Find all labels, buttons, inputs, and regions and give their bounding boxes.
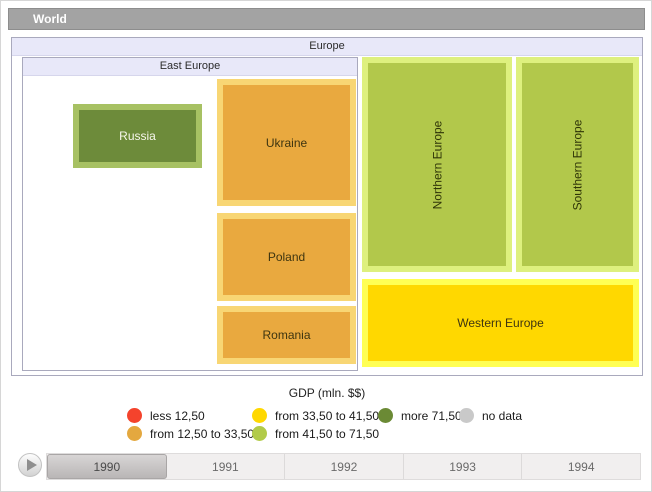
treemap-node-poland[interactable]: Poland [217, 213, 356, 301]
node-label: Russia [119, 129, 156, 143]
legend-swatch-dark-green-icon [378, 408, 393, 423]
legend-swatch-yellow-icon [252, 408, 267, 423]
legend-swatch-red-icon [127, 408, 142, 423]
legend-label: less 12,50 [150, 409, 205, 423]
timeline: 1990 1991 1992 1993 1994 [46, 453, 641, 480]
legend-item-12-33: from 12,50 to 33,50 [127, 425, 254, 442]
legend-item-41-71: from 41,50 to 71,50 [252, 425, 379, 442]
group-east-europe-header[interactable]: East Europe [23, 58, 357, 76]
year-tab-1993[interactable]: 1993 [404, 454, 523, 479]
legend-label: from 33,50 to 41,50 [275, 409, 379, 423]
group-europe-panel: Europe East Europe Russia Ukraine Poland… [11, 37, 643, 376]
legend-swatch-gray-icon [459, 408, 474, 423]
group-east-europe-panel: East Europe Russia Ukraine Poland Romani… [22, 57, 358, 371]
legend-swatch-yellow-green-icon [252, 426, 267, 441]
play-icon [27, 459, 37, 471]
breadcrumb-world-bar[interactable]: World [8, 8, 645, 30]
node-label: Southern Europe [570, 119, 584, 210]
treemap-node-northern-europe[interactable]: Northern Europe [362, 57, 512, 272]
treemap-widget: World Europe East Europe Russia Ukraine … [0, 0, 652, 492]
legend-label: from 12,50 to 33,50 [150, 427, 254, 441]
legend-swatch-orange-icon [127, 426, 142, 441]
legend-item-no-data: no data [459, 407, 522, 424]
legend-label: more 71,50 [401, 409, 462, 423]
treemap-node-western-europe[interactable]: Western Europe [362, 279, 639, 367]
treemap-node-romania[interactable]: Romania [217, 306, 356, 364]
play-button[interactable] [18, 453, 42, 477]
year-tab-1992[interactable]: 1992 [285, 454, 404, 479]
node-label: Poland [268, 250, 305, 264]
treemap-node-ukraine[interactable]: Ukraine [217, 79, 356, 206]
treemap-node-russia[interactable]: Russia [73, 104, 202, 168]
legend-item-less: less 12,50 [127, 407, 205, 424]
legend-item-33-41: from 33,50 to 41,50 [252, 407, 379, 424]
group-europe-header[interactable]: Europe [12, 38, 642, 56]
year-tab-1994[interactable]: 1994 [522, 454, 640, 479]
legend-label: from 41,50 to 71,50 [275, 427, 379, 441]
year-tab-1990[interactable]: 1990 [47, 454, 167, 479]
year-tab-1991[interactable]: 1991 [167, 454, 286, 479]
node-label: Ukraine [266, 136, 307, 150]
legend-item-more: more 71,50 [378, 407, 462, 424]
node-label: Romania [262, 328, 310, 342]
legend-label: no data [482, 409, 522, 423]
node-label: Western Europe [457, 316, 544, 330]
treemap-node-southern-europe[interactable]: Southern Europe [516, 57, 639, 272]
legend-title: GDP (mln. $$) [1, 386, 652, 400]
node-label: Northern Europe [430, 120, 444, 209]
